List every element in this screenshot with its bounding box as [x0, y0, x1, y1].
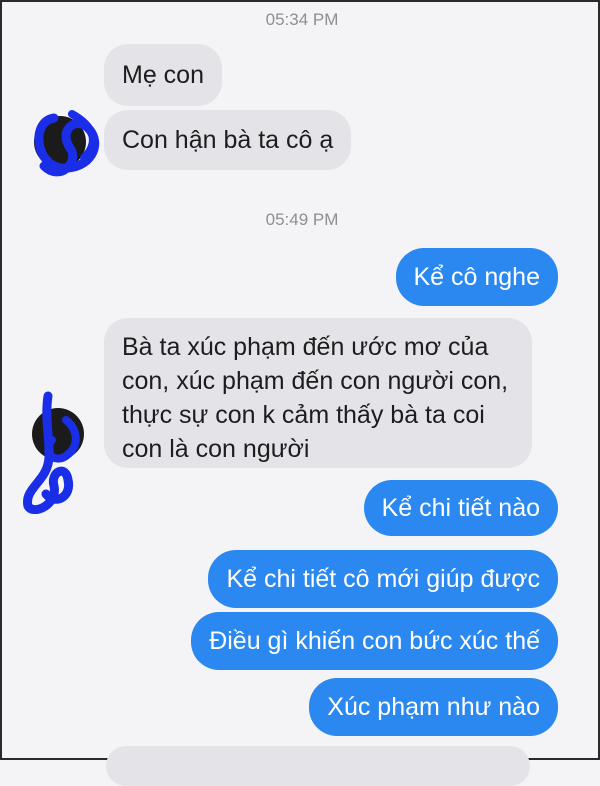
- outgoing-message: Kể chi tiết cô mới giúp được: [208, 550, 558, 608]
- timestamp: 05:49 PM: [265, 210, 339, 229]
- avatar: [23, 391, 84, 514]
- incoming-message-partial: [106, 746, 530, 786]
- incoming-message: Con hận bà ta cô ạ: [104, 110, 352, 170]
- outgoing-message: Điều gì khiến con bức xúc thế: [191, 612, 558, 670]
- outgoing-message: Xúc phạm như nào: [309, 678, 558, 736]
- outgoing-message: Kể chi tiết nào: [363, 480, 558, 536]
- incoming-message: Bà ta xúc phạm đến ước mơ của con, xúc p…: [104, 318, 532, 468]
- incoming-message: Mẹ con: [104, 44, 222, 106]
- timestamp: 05:34 PM: [265, 10, 339, 29]
- avatar: [34, 110, 100, 177]
- outgoing-message: Kể cô nghe: [395, 248, 558, 306]
